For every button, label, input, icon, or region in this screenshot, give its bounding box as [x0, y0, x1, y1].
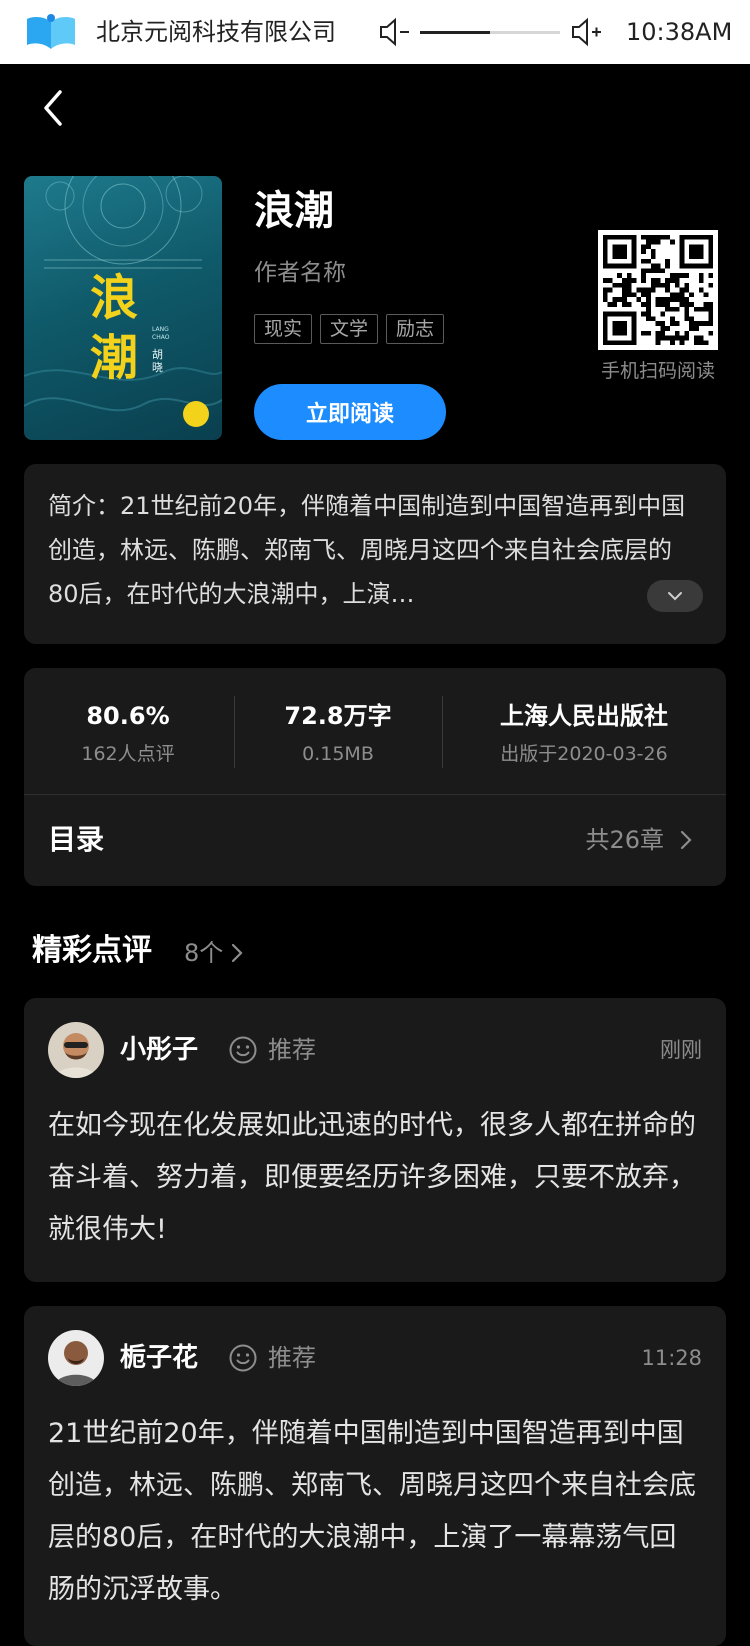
intro-card: 简介：21世纪前20年，伴随着中国制造到中国智造再到中国创造，林远、陈鹏、郑南飞…	[24, 464, 726, 644]
recommend-label: 推荐	[268, 1036, 316, 1064]
clock: 10:38AM	[626, 18, 733, 46]
volume-down-icon[interactable]	[378, 16, 412, 48]
chevron-right-icon	[232, 943, 243, 963]
chevron-down-icon	[668, 592, 682, 601]
publish-date: 出版于2020-03-26	[500, 743, 668, 765]
review-time: 11:28	[641, 1346, 702, 1370]
tag[interactable]: 励志	[386, 314, 445, 344]
review-time: 刚刚	[660, 1038, 702, 1062]
company-name: 北京元阅科技有限公司	[96, 18, 336, 46]
qr-code-label: 手机扫码阅读	[600, 360, 715, 382]
tag[interactable]: 文学	[320, 314, 379, 344]
review-card[interactable]: 栀子花 推荐 11:28 21世纪前20年，伴随着中国制造到中国智造再到中国创造…	[24, 1306, 726, 1646]
divider	[442, 696, 443, 768]
smile-icon	[229, 1036, 257, 1064]
read-now-button[interactable]: 立即阅读	[254, 384, 446, 440]
cover-title-upper: 浪潮	[90, 270, 139, 386]
user-avatar-image	[48, 1330, 104, 1386]
reviewer-name[interactable]: 栀子花	[120, 1338, 198, 1378]
reviews-more-link[interactable]: 8个	[184, 936, 243, 970]
rating-value: 80.6%	[86, 702, 170, 730]
back-chevron-icon[interactable]	[38, 86, 68, 130]
tag[interactable]: 现实	[254, 314, 313, 344]
rating-stat: 80.6% 162人点评	[28, 698, 228, 770]
volume-slider[interactable]	[420, 31, 560, 34]
avatar[interactable]	[48, 1330, 104, 1386]
reviewer-name[interactable]: 小彤子	[120, 1030, 198, 1070]
intro-text: 简介：21世纪前20年，伴随着中国制造到中国智造再到中国创造，林远、陈鹏、郑南飞…	[48, 492, 686, 608]
recommend-badge: 推荐	[228, 1338, 316, 1378]
file-size: 0.15MB	[302, 743, 374, 765]
recommend-badge: 推荐	[228, 1030, 316, 1070]
toc-label[interactable]: 目录	[48, 820, 104, 860]
reviews-count: 8个	[184, 939, 224, 967]
chevron-right-icon	[680, 830, 692, 850]
avatar[interactable]	[48, 1022, 104, 1078]
book-cover[interactable]: 浪潮 LANG CHAO 胡晓	[24, 176, 222, 440]
app-logo-icon	[27, 14, 75, 49]
publisher-stat: 上海人民出版社 出版于2020-03-26	[464, 698, 704, 770]
divider	[24, 794, 726, 795]
volume-slider-fill	[420, 31, 490, 34]
word-count-value: 72.8万字	[284, 702, 392, 730]
qr-code-icon	[598, 230, 718, 350]
review-card[interactable]: 小彤子 推荐 刚刚 在如今现在化发展如此迅速的时代，很多人都在拼命的奋斗着、努力…	[24, 998, 726, 1282]
rating-count: 162人点评	[81, 743, 175, 765]
reviews-title: 精彩点评	[32, 933, 152, 968]
book-stats-card: 80.6% 162人点评 72.8万字 0.15MB 上海人民出版社 出版于20…	[24, 668, 726, 886]
cover-pinyin: LANG CHAO	[152, 326, 170, 341]
status-bar: 北京元阅科技有限公司 10:38AM	[0, 0, 750, 64]
smile-icon	[229, 1344, 257, 1372]
chapter-count: 共26章	[585, 826, 664, 854]
toc-link[interactable]: 共26章	[585, 820, 692, 860]
book-title: 浪潮	[254, 188, 334, 234]
expand-button[interactable]	[647, 580, 703, 612]
recommend-label: 推荐	[268, 1344, 316, 1372]
review-text: 在如今现在化发展如此迅速的时代，很多人都在拼命的奋斗着、努力着，即便要经历许多困…	[48, 1110, 696, 1245]
volume-up-icon[interactable]	[570, 16, 604, 48]
word-count-stat: 72.8万字 0.15MB	[238, 698, 438, 770]
tag-list: 现实 文学 励志	[254, 314, 445, 344]
divider	[234, 696, 235, 768]
cover-author: 胡晓	[152, 348, 163, 374]
publisher-name: 上海人民出版社	[500, 702, 668, 730]
user-avatar-image	[48, 1022, 104, 1078]
review-text: 21世纪前20年，伴随着中国制造到中国智造再到中国创造，林远、陈鹏、郑南飞、周晓…	[48, 1418, 696, 1605]
book-author[interactable]: 作者名称	[254, 256, 346, 290]
